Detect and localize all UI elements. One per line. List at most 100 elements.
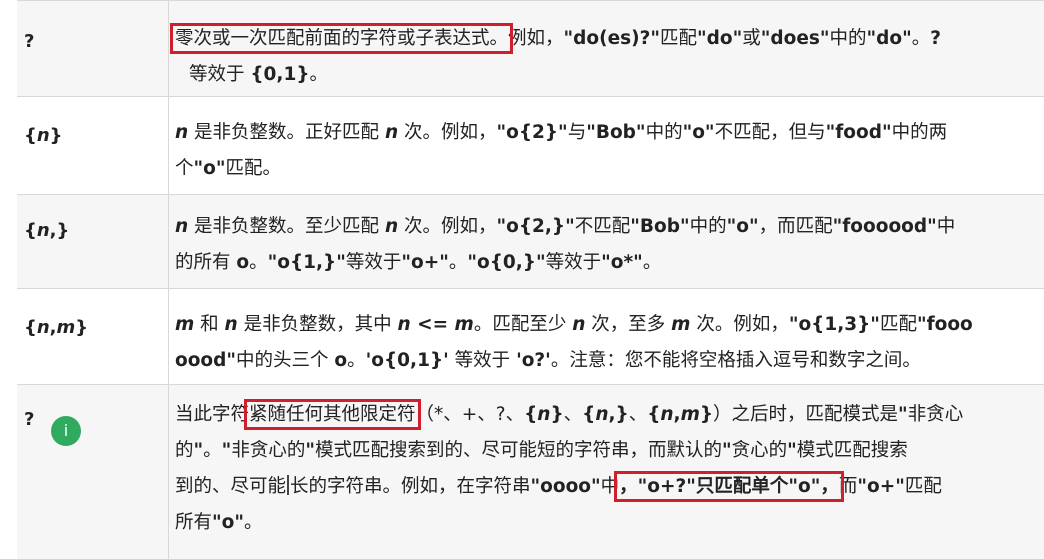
- desc-text: 个: [175, 158, 194, 179]
- desc-text: "o{1,}": [267, 252, 346, 273]
- description: n 是非负整数。至少匹配 n 次。例如，"o{2,}"不匹配"Bob"中的"o"…: [175, 209, 1044, 281]
- desc-text: m: [680, 404, 700, 425]
- info-icon[interactable]: i: [51, 416, 81, 446]
- desc-text: "o{0,}": [467, 252, 546, 273]
- desc-text: 的: [175, 440, 194, 461]
- highlighted-text: ，"o+?"只匹配单个"o"，: [614, 471, 844, 502]
- desc-line: 到的、尽可能 长的字符串。例如，在字符串"oooo"中，"o+?"只匹配单个"o"…: [175, 469, 1044, 505]
- desc-cell: 当此字符紧随任何其他限定符（*、+、?、{n}、{n,}、{n,m}）之后时，匹…: [169, 385, 1044, 559]
- desc-text: 等效于: [545, 252, 602, 273]
- char-cell: ?: [17, 385, 169, 559]
- desc-text: 匹配: [904, 476, 942, 497]
- desc-text: "o{1,3}": [788, 314, 880, 335]
- table-row: {n,m} m 和 n 是非负整数，其中 n <= m。匹配至少 n 次，至多 …: [17, 288, 1044, 384]
- desc-text: 而: [838, 476, 858, 497]
- left-margin: [0, 0, 17, 559]
- desc-text: 。注意：您不能将空格插入逗号和数字之间。: [550, 350, 921, 371]
- desc-text: {: [524, 404, 538, 425]
- desc-cell: 零次或一次匹配前面的字符或子表达式。例如，"do(es)?"匹配"do"或"do…: [169, 1, 1044, 96]
- desc-text: 或: [742, 28, 761, 49]
- desc-text: 匹配。: [225, 158, 282, 179]
- desc-text: （*、+、?、: [415, 404, 525, 425]
- desc-text: 到的、尽可能: [175, 476, 287, 497]
- desc-line: oood"中的头三个 o。'o{0,1}' 等效于 'o?'。注意：您不能将空格…: [175, 343, 1044, 379]
- desc-text: }: [699, 404, 714, 425]
- desc-text: n: [595, 404, 609, 425]
- desc-text: 。: [309, 64, 329, 85]
- desc-text: oood": [175, 350, 237, 371]
- desc-line: 个"o"匹配。: [175, 151, 1044, 187]
- desc-text: 。匹配至少: [473, 314, 573, 335]
- desc-line: 等效于 {0,1}。: [175, 57, 1044, 93]
- desc-text: "o{2}": [496, 122, 568, 143]
- char-cell: {n,m}: [17, 289, 169, 384]
- desc-text: 当此字符: [175, 404, 250, 425]
- char-cell: ?: [17, 1, 169, 96]
- desc-text: 次，至多: [585, 314, 672, 335]
- description: n 是非负整数。正好匹配 n 次。例如，"o{2}"与"Bob"中的"o"不匹配…: [175, 115, 1044, 187]
- desc-text: "food": [825, 122, 892, 143]
- desc-text: 不匹配: [574, 216, 631, 237]
- desc-text: "o+": [401, 252, 449, 273]
- desc-text: 。: [244, 512, 263, 533]
- desc-text: 等效于: [448, 350, 517, 371]
- desc-line: n 是非负整数。正好匹配 n 次。例如，"o{2}"与"Bob"中的"o"不匹配…: [175, 115, 1044, 151]
- desc-text: "oooo": [530, 476, 601, 497]
- desc-text: n: [224, 314, 238, 335]
- desc-cell: n 是非负整数。正好匹配 n 次。例如，"o{2}"与"Bob"中的"o"不匹配…: [169, 97, 1044, 194]
- description: m 和 n 是非负整数，其中 n <= m。匹配至少 n 次，至多 m 次。例如…: [175, 307, 1044, 379]
- char-label: ?: [24, 409, 35, 430]
- desc-text: 次。例如，: [398, 122, 497, 143]
- table-row: ? 当此字符紧随任何其他限定符（*、+、?、{n}、{n,}、{n,m}）之后时…: [17, 384, 1044, 559]
- desc-text: "does": [760, 28, 830, 49]
- table-row: {n,} n 是非负整数。至少匹配 n 次。例如，"o{2,}"不匹配"Bob"…: [17, 194, 1044, 288]
- desc-text: {0,1}: [250, 64, 310, 85]
- desc-text: 模式匹配搜索到的、尽可能短的字符串，而默认的: [314, 440, 722, 461]
- desc-text: 中的头三个: [236, 350, 335, 371]
- desc-text: "foooood": [832, 216, 937, 237]
- desc-text: "fooo: [916, 314, 973, 335]
- desc-text: "o": [212, 512, 245, 533]
- desc-text: 。: [448, 252, 468, 273]
- char-cell: {n,}: [17, 195, 169, 288]
- highlighted-text: 紧随任何其他限定符: [244, 399, 421, 430]
- table-row: ? 零次或一次匹配前面的字符或子表达式。例如，"do(es)?"匹配"do"或"…: [17, 0, 1044, 96]
- desc-text: ?: [930, 28, 942, 49]
- char-label: ?: [24, 31, 35, 52]
- desc-text: ": [787, 440, 797, 461]
- desc-text: 与: [567, 122, 587, 143]
- desc-text: m: [175, 314, 195, 335]
- desc-text: ,}: [608, 404, 629, 425]
- desc-text: 中: [600, 476, 620, 497]
- desc-text: 的所有: [175, 252, 237, 273]
- desc-text: o: [334, 350, 348, 371]
- desc-line: 零次或一次匹配前面的字符或子表达式。例如，"do(es)?"匹配"do"或"do…: [169, 21, 1044, 57]
- desc-line: n 是非负整数。至少匹配 n 次。例如，"o{2,}"不匹配"Bob"中的"o"…: [175, 209, 1044, 245]
- desc-text: "do": [866, 28, 912, 49]
- desc-text: m: [671, 314, 691, 335]
- desc-text: {: [582, 404, 596, 425]
- desc-text: 贪心的: [731, 440, 788, 461]
- description: 当此字符紧随任何其他限定符（*、+、?、{n}、{n,}、{n,m}）之后时，匹…: [175, 397, 1044, 541]
- desc-text: 匹配: [659, 28, 697, 49]
- desc-text: 中: [936, 216, 956, 237]
- desc-text: 等效于: [189, 64, 251, 85]
- char-label: {n}: [24, 125, 63, 146]
- table-row: {n} n 是非负整数。正好匹配 n 次。例如，"o{2}"与"Bob"中的"o…: [17, 96, 1044, 194]
- desc-text: n: [572, 314, 586, 335]
- desc-text: "o*": [601, 252, 643, 273]
- desc-text: 是非负整数，其中: [237, 314, 398, 335]
- char-label: {n,m}: [24, 317, 89, 338]
- desc-text: 次。例如，: [398, 216, 497, 237]
- desc-text: "o{2,}": [496, 216, 575, 237]
- desc-text: n: [397, 314, 411, 335]
- desc-line: 的"。"非贪心的"模式匹配搜索到的、尽可能短的字符串，而默认的"贪心的"模式匹配…: [175, 433, 1044, 469]
- desc-text: "o": [726, 216, 759, 237]
- desc-text: 。: [911, 28, 931, 49]
- desc-text: 非贪心: [907, 404, 964, 425]
- desc-line: 当此字符紧随任何其他限定符（*、+、?、{n}、{n,}、{n,m}）之后时，匹…: [175, 397, 1044, 433]
- desc-text: n: [384, 122, 399, 143]
- desc-text: 'o{0,1}': [365, 350, 449, 371]
- desc-text: "do(es)?": [563, 28, 660, 49]
- desc-text: n: [175, 216, 189, 237]
